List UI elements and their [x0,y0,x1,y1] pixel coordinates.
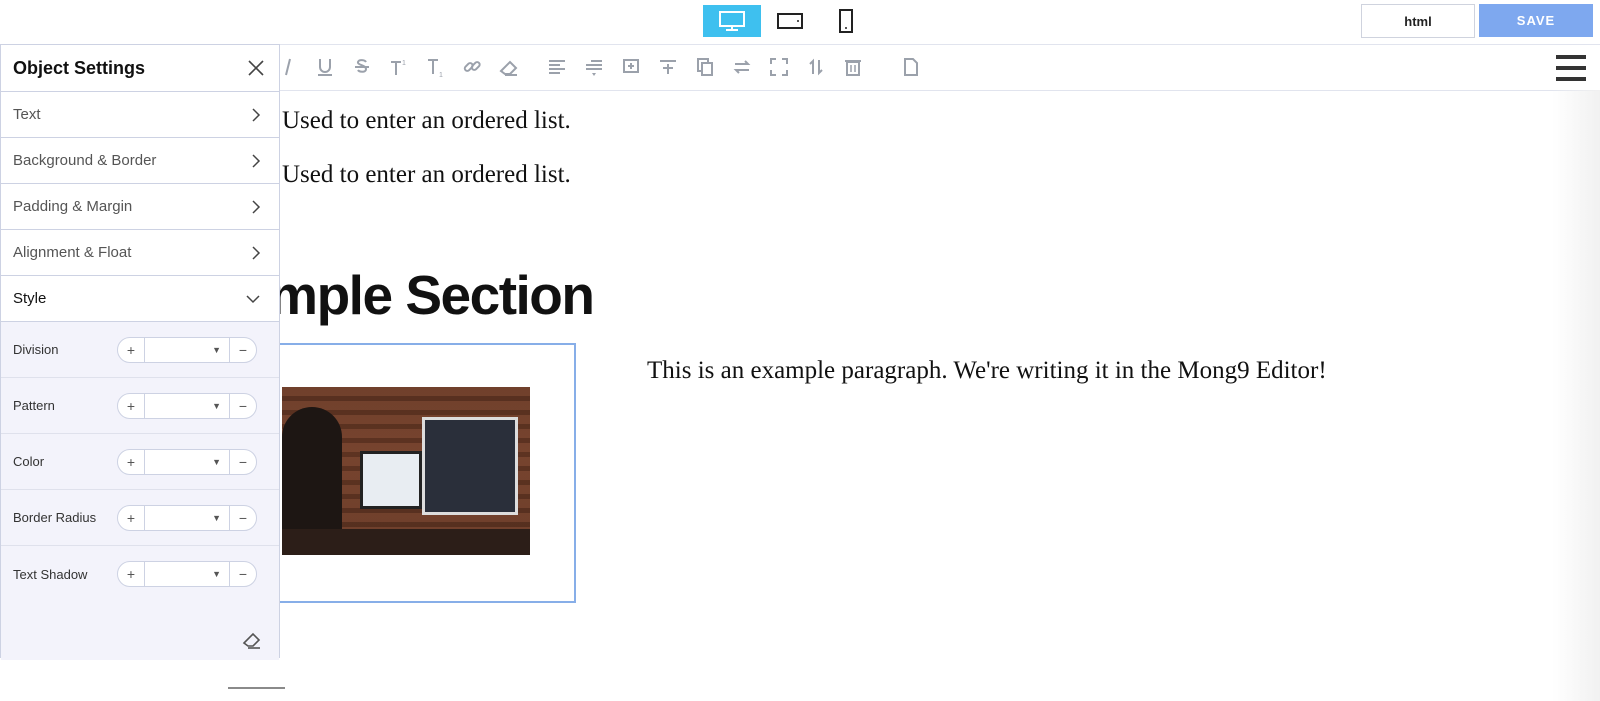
chevron-right-icon [252,107,261,122]
pattern-select[interactable]: ▼ [144,393,230,418]
indent-icon[interactable] [582,55,606,79]
align-left-icon[interactable] [545,55,569,79]
subscript-icon[interactable]: 1 [423,55,447,79]
chevron-right-icon [252,199,261,214]
list-item[interactable]: Used to enter an ordered list. [282,107,571,135]
tablet-icon [777,13,803,29]
division-stepper: + ▼ − [117,336,257,363]
style-prop-color: Color + ▼ − [1,434,279,490]
text-shadow-select[interactable]: ▼ [144,562,230,586]
remove-button[interactable]: − [230,450,256,474]
insert-below-icon[interactable] [619,55,643,79]
style-prop-text-shadow: Text Shadow + ▼ − [1,546,279,602]
example-paragraph[interactable]: This is an example paragraph. We're writ… [647,357,1327,385]
style-prop-pattern: Pattern + ▼ − [1,378,279,434]
chevron-down-icon [246,294,260,303]
style-prop-border-radius: Border Radius + ▼ − [1,490,279,546]
prop-label: Pattern [13,398,55,413]
divider [228,687,285,689]
prop-label: Division [13,342,59,357]
color-select[interactable]: ▼ [144,449,230,474]
chevron-right-icon [252,245,261,260]
add-button[interactable]: + [118,562,144,586]
mobile-view-button[interactable] [817,5,875,37]
section-label: Alignment & Float [13,244,132,261]
section-alignment-float[interactable]: Alignment & Float [1,230,279,276]
strikethrough-icon[interactable] [350,55,374,79]
insert-above-icon[interactable] [656,55,680,79]
style-prop-division: Division + ▼ − [1,322,279,378]
section-label: Padding & Margin [13,198,133,215]
prop-label: Color [13,454,45,469]
editor-toolbar: 1 1 [280,45,1600,91]
dropdown-arrow-icon: ▼ [212,400,221,411]
mobile-icon [839,9,853,33]
remove-button[interactable]: − [230,394,256,418]
underline-icon[interactable] [313,55,337,79]
list-item[interactable]: Used to enter an ordered list. [282,161,571,189]
remove-button[interactable]: − [230,338,256,362]
svg-text:1: 1 [402,60,406,67]
section-background-border[interactable]: Background & Border [1,138,279,184]
border-radius-select[interactable]: ▼ [144,505,230,530]
division-select[interactable]: ▼ [144,337,230,362]
section-style[interactable]: Style [1,276,279,322]
add-button[interactable]: + [118,506,144,530]
photo-image [282,387,530,555]
top-bar: html SAVE [0,0,1600,45]
close-icon[interactable] [247,59,265,77]
desktop-view-button[interactable] [703,5,761,37]
prop-label: Text Shadow [13,566,88,582]
panel-header: Object Settings [1,45,279,92]
eraser-icon[interactable] [241,628,263,650]
swap-icon[interactable] [730,55,754,79]
add-button[interactable]: + [118,394,144,418]
fullscreen-icon[interactable] [767,55,791,79]
border-radius-stepper: + ▼ − [117,504,257,531]
color-stepper: + ▼ − [117,448,257,475]
add-button[interactable]: + [118,450,144,474]
section-label: Style [13,290,47,307]
dropdown-arrow-icon: ▼ [212,569,221,579]
html-button[interactable]: html [1361,4,1475,38]
remove-button[interactable]: − [230,562,256,586]
link-icon[interactable] [460,55,484,79]
section-padding-margin[interactable]: Padding & Margin [1,184,279,230]
save-button[interactable]: SAVE [1479,4,1593,37]
section-text[interactable]: Text [1,92,279,138]
trash-icon[interactable] [841,55,865,79]
superscript-icon[interactable]: 1 [386,55,410,79]
add-button[interactable]: + [118,338,144,362]
move-icon[interactable] [804,55,828,79]
svg-text:1: 1 [439,72,443,78]
dropdown-arrow-icon: ▼ [212,512,221,523]
style-properties: Division + ▼ − Pattern + ▼ − Color + ▼ − [1,322,279,660]
right-edge-shadow [1552,90,1600,701]
text-shadow-stepper: + ▼ − [117,561,257,587]
desktop-icon [719,11,745,31]
eraser-icon[interactable] [497,55,521,79]
pattern-stepper: + ▼ − [117,392,257,419]
section-label: Background & Border [13,152,157,169]
chevron-right-icon [252,153,261,168]
tablet-view-button[interactable] [761,5,819,37]
document-icon[interactable] [899,55,923,79]
remove-button[interactable]: − [230,506,256,530]
menu-icon[interactable] [1556,55,1586,81]
object-settings-panel: Object Settings Text Background & Border… [0,44,280,660]
dropdown-arrow-icon: ▼ [212,456,221,467]
panel-title: Object Settings [13,57,146,78]
dropdown-arrow-icon: ▼ [212,344,221,355]
italic-icon[interactable] [277,55,301,79]
copy-icon[interactable] [693,55,717,79]
prop-label: Border Radius [13,510,97,525]
section-label: Text [13,106,41,123]
